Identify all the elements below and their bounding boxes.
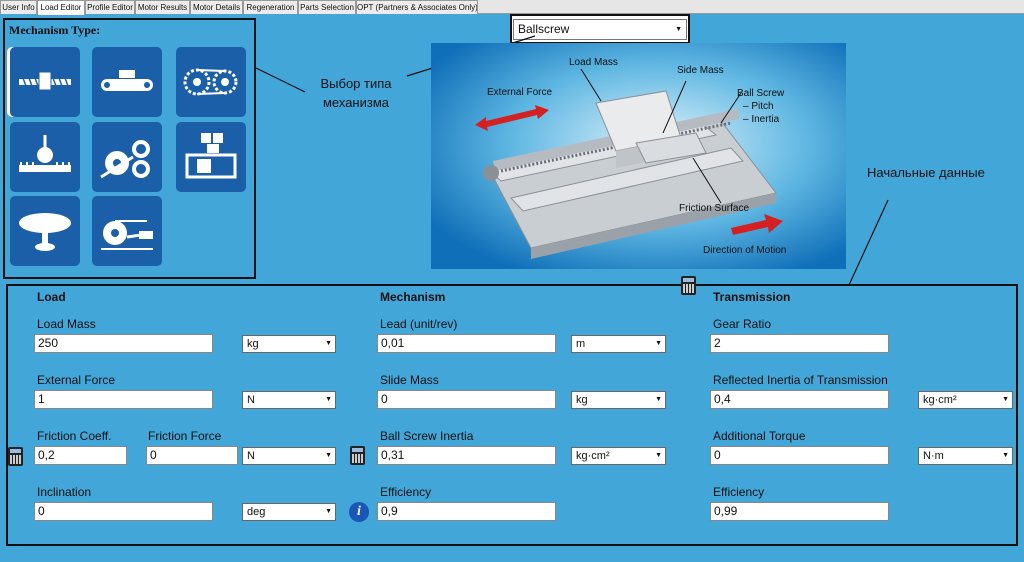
additional-torque-input[interactable]: 0: [710, 446, 889, 465]
slide-mass-unit-select[interactable]: kg ▼: [571, 391, 666, 409]
reflected-inertia-input[interactable]: 0,4: [710, 390, 889, 409]
diagram-label-ball-screw: Ball Screw: [737, 88, 785, 99]
chevron-down-icon: ▼: [325, 396, 332, 403]
tab-load-editor[interactable]: Load Editor: [37, 0, 85, 15]
inclination-input[interactable]: 0: [34, 502, 213, 521]
load-mass-unit-value: kg: [247, 338, 259, 350]
ballscrew-illustration: [431, 43, 846, 269]
chevron-down-icon: ▼: [325, 508, 332, 515]
info-icon[interactable]: i: [349, 502, 369, 522]
gear-ratio-label: Gear Ratio: [713, 317, 772, 331]
external-force-label: External Force: [37, 373, 116, 387]
chevron-down-icon: ▼: [325, 340, 332, 347]
lead-unit-value: m: [576, 338, 586, 350]
transmission-efficiency-label: Efficiency: [713, 485, 765, 499]
friction-force-unit-select[interactable]: N ▼: [242, 447, 336, 465]
chevron-down-icon: ▼: [655, 396, 662, 403]
additional-torque-label: Additional Torque: [713, 429, 806, 443]
reflected-inertia-unit-value: kg·cm²: [923, 394, 957, 406]
friction-coeff-label: Friction Coeff.: [37, 429, 112, 443]
diagram-label-side-mass: Side Mass: [677, 65, 724, 76]
lead-unit-select[interactable]: m ▼: [571, 335, 666, 353]
reflected-inertia-unit-select[interactable]: kg·cm² ▼: [918, 391, 1013, 409]
friction-force-label: Friction Force: [148, 429, 222, 443]
mech-efficiency-label: Efficiency: [380, 485, 432, 499]
external-force-unit-value: N: [247, 394, 255, 406]
ball-screw-inertia-unit-select[interactable]: kg·cm² ▼: [571, 447, 666, 465]
chevron-down-icon: ▼: [655, 340, 662, 347]
transmission-efficiency-input[interactable]: 0,99: [710, 502, 889, 521]
load-mass-input[interactable]: 250: [34, 334, 213, 353]
inclination-label: Inclination: [37, 485, 92, 499]
load-header: Load: [37, 290, 66, 304]
ball-screw-inertia-label: Ball Screw Inertia: [380, 429, 474, 443]
ballscrew-diagram: Load Mass Side Mass External Force Ball …: [431, 43, 846, 269]
ball-screw-inertia-unit-value: kg·cm²: [576, 450, 610, 462]
chevron-down-icon: ▼: [1002, 396, 1009, 403]
external-force-input[interactable]: 1: [34, 390, 213, 409]
mech-efficiency-input[interactable]: 0,9: [377, 502, 556, 521]
additional-torque-unit-value: N·m: [923, 450, 944, 462]
calculator-icon[interactable]: [8, 447, 23, 466]
friction-force-input[interactable]: 0: [146, 446, 238, 465]
chevron-down-icon: ▼: [1002, 452, 1009, 459]
ball-screw-inertia-input[interactable]: 0,31: [377, 446, 556, 465]
diagram-label-friction-surface: Friction Surface: [679, 203, 750, 214]
mechanism-header: Mechanism: [380, 290, 446, 304]
gear-ratio-input[interactable]: 2: [710, 334, 889, 353]
diagram-label-direction: Direction of Motion: [703, 245, 787, 256]
load-mass-label: Load Mass: [37, 317, 96, 331]
calculator-icon[interactable]: [350, 446, 365, 465]
friction-coeff-input[interactable]: 0,2: [34, 446, 127, 465]
slide-mass-unit-value: kg: [576, 394, 588, 406]
calculator-icon[interactable]: [681, 276, 696, 295]
inclination-unit-select[interactable]: deg ▼: [242, 503, 336, 521]
slide-mass-input[interactable]: 0: [377, 390, 556, 409]
mechanism-type-annotation: Выбор типа механизма: [320, 76, 392, 110]
lead-input[interactable]: 0,01: [377, 334, 556, 353]
chevron-down-icon: ▼: [325, 452, 332, 459]
initial-data-annotation: Начальные данные: [867, 165, 985, 180]
chevron-down-icon: ▼: [655, 452, 662, 459]
diagram-label-pitch: – Pitch: [743, 101, 774, 112]
external-force-unit-select[interactable]: N ▼: [242, 391, 336, 409]
inclination-unit-value: deg: [247, 506, 266, 518]
load-mass-unit-select[interactable]: kg ▼: [242, 335, 336, 353]
diagram-label-load-mass: Load Mass: [569, 57, 618, 68]
slide-mass-label: Slide Mass: [380, 373, 439, 387]
additional-torque-unit-select[interactable]: N·m ▼: [918, 447, 1013, 465]
transmission-header: Transmission: [713, 290, 791, 304]
diagram-label-external-force: External Force: [487, 87, 553, 98]
reflected-inertia-label: Reflected Inertia of Transmission: [713, 373, 888, 387]
diagram-label-inertia: – Inertia: [743, 114, 780, 125]
lead-label: Lead (unit/rev): [380, 317, 458, 331]
friction-force-unit-value: N: [247, 450, 255, 462]
